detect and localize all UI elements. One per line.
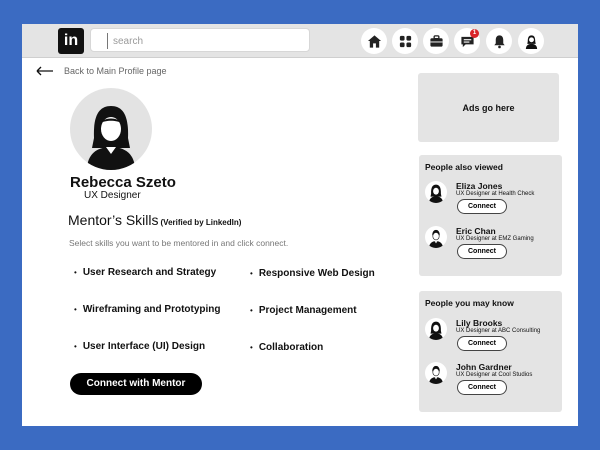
bullet-icon: •	[74, 342, 77, 351]
person-avatar[interactable]	[425, 181, 447, 203]
female-avatar-icon	[429, 321, 443, 340]
ads-placeholder: Ads go here	[418, 73, 559, 142]
person-name[interactable]: Eric Chan	[456, 226, 496, 236]
messaging-button[interactable]: 1	[454, 28, 480, 54]
connect-button[interactable]: Connect	[457, 244, 507, 259]
person-card: John Gardner UX Designer at Cool Studios…	[425, 362, 560, 402]
skill-item[interactable]: • Project Management	[250, 305, 357, 316]
linkedin-logo[interactable]: in	[58, 28, 84, 54]
app-window: in 1 Back to Main Profile page	[22, 24, 578, 426]
jobs-button[interactable]	[423, 28, 449, 54]
person-name[interactable]: Lily Brooks	[456, 318, 502, 328]
skill-label: Wireframing and Prototyping	[82, 304, 221, 315]
person-avatar[interactable]	[425, 318, 447, 340]
skill-item[interactable]: • User Research and Strategy	[74, 267, 216, 278]
user-silhouette-icon	[87, 106, 135, 170]
female-avatar-icon	[429, 184, 443, 203]
verified-note: (Verified by LinkedIn)	[160, 218, 242, 227]
connect-button[interactable]: Connect	[457, 336, 507, 351]
panel-title: People also viewed	[425, 162, 503, 172]
bullet-icon: •	[74, 268, 77, 277]
network-icon	[399, 35, 411, 47]
male-avatar-icon	[429, 365, 443, 384]
person-role: UX Designer at Health Check	[456, 191, 535, 197]
skill-label: Collaboration	[258, 342, 324, 353]
top-navigation-bar: in 1	[22, 24, 578, 58]
person-card: Lily Brooks UX Designer at ABC Consultin…	[425, 318, 560, 358]
back-link[interactable]: Back to Main Profile page	[36, 66, 167, 76]
network-button[interactable]	[392, 28, 418, 54]
briefcase-icon	[429, 34, 443, 47]
skill-item[interactable]: • Responsive Web Design	[250, 268, 375, 279]
bullet-icon: •	[250, 269, 253, 278]
bullet-icon: •	[250, 306, 253, 315]
user-avatar-icon	[525, 34, 537, 49]
profile-avatar	[70, 88, 152, 170]
connect-button[interactable]: Connect	[457, 199, 507, 214]
connect-with-mentor-button[interactable]: Connect with Mentor	[70, 373, 202, 395]
connect-button[interactable]: Connect	[457, 380, 507, 395]
back-link-label: Back to Main Profile page	[64, 66, 167, 76]
person-avatar[interactable]	[425, 226, 447, 248]
skills-instruction: Select skills you want to be mentored in…	[69, 238, 289, 248]
bullet-icon: •	[74, 305, 77, 314]
male-avatar-icon	[429, 229, 443, 248]
person-card: Eric Chan UX Designer at EMZ Gaming Conn…	[425, 226, 560, 266]
skill-item[interactable]: • Wireframing and Prototyping	[74, 304, 221, 315]
person-role: UX Designer at ABC Consulting	[456, 328, 541, 334]
ads-label: Ads go here	[462, 102, 515, 113]
person-role: UX Designer at EMZ Gaming	[456, 236, 534, 242]
panel-title: People you may know	[425, 298, 514, 308]
people-you-may-know-panel: People you may know Lily Brooks UX Desig…	[419, 291, 562, 412]
skill-label: Responsive Web Design	[258, 268, 375, 279]
person-avatar[interactable]	[425, 362, 447, 384]
text-cursor	[107, 33, 108, 49]
skill-label: User Research and Strategy	[82, 267, 217, 278]
skill-item[interactable]: • Collaboration	[250, 342, 323, 353]
skills-heading-text: Mentor’s Skills	[68, 212, 159, 228]
person-name[interactable]: Eliza Jones	[456, 181, 502, 191]
skill-label: User Interface (UI) Design	[82, 341, 206, 352]
search-input[interactable]	[113, 33, 303, 49]
profile-title: UX Designer	[84, 190, 141, 201]
notifications-button[interactable]	[486, 28, 512, 54]
profile-name: Rebecca Szeto	[70, 174, 176, 191]
person-card: Eliza Jones UX Designer at Health Check …	[425, 181, 560, 221]
person-role: UX Designer at Cool Studios	[456, 372, 533, 378]
home-icon	[367, 34, 381, 48]
people-also-viewed-panel: People also viewed Eliza Jones UX Design…	[419, 155, 562, 276]
me-avatar-button[interactable]	[518, 28, 544, 54]
person-name[interactable]: John Gardner	[456, 362, 512, 372]
arrow-left-icon	[36, 66, 53, 76]
skill-label: Project Management	[258, 305, 357, 316]
bullet-icon: •	[250, 343, 253, 352]
search-bar[interactable]	[90, 28, 310, 52]
skills-heading: Mentor’s Skills (Verified by LinkedIn)	[68, 212, 241, 228]
message-count-badge: 1	[470, 29, 479, 38]
skill-item[interactable]: • User Interface (UI) Design	[74, 341, 205, 352]
bell-icon	[493, 34, 505, 48]
home-button[interactable]	[361, 28, 387, 54]
